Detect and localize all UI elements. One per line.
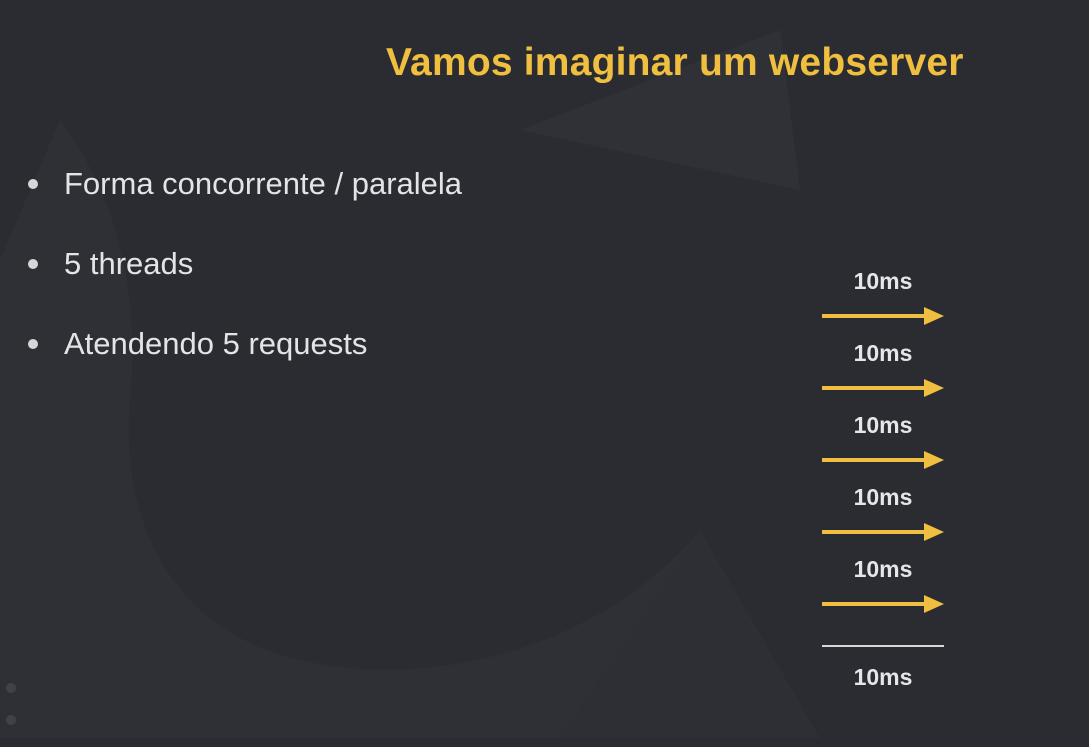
bullet-list: Forma concorrente / paralela 5 threads A… (28, 164, 462, 404)
page-dot-icon (6, 683, 16, 693)
page-indicator (6, 683, 16, 747)
slide-title: Vamos imaginar um webserver (386, 41, 964, 84)
bullet-item: Atendendo 5 requests (28, 324, 462, 404)
bullet-text: Forma concorrente / paralela (64, 166, 463, 201)
bullet-item: Forma concorrente / paralela (28, 164, 462, 244)
arrow-right-icon (822, 595, 944, 613)
bullet-text: 5 threads (64, 246, 194, 281)
bullet-text: Atendendo 5 requests (64, 326, 368, 361)
request-timing-diagram: 10ms 10ms 10ms 10ms 10ms (810, 268, 960, 628)
total-divider (822, 645, 944, 647)
request-duration-label: 10ms (853, 412, 913, 438)
arrow-right-icon (822, 451, 944, 469)
request-row: 10ms (810, 484, 960, 556)
request-duration-label: 10ms (853, 340, 913, 366)
arrow-right-icon (822, 523, 944, 541)
request-row: 10ms (810, 412, 960, 484)
total-duration-label: 10ms (853, 664, 913, 690)
request-duration-label: 10ms (853, 268, 913, 294)
arrow-right-icon (822, 379, 944, 397)
bullet-dot-icon (28, 179, 38, 189)
request-row: 10ms (810, 340, 960, 412)
bullet-item: 5 threads (28, 244, 462, 324)
bullet-dot-icon (28, 339, 38, 349)
bullet-dot-icon (28, 259, 38, 269)
request-row: 10ms (810, 556, 960, 628)
page-dot-icon (6, 715, 16, 725)
arrow-right-icon (822, 307, 944, 325)
request-duration-label: 10ms (853, 484, 913, 510)
request-row: 10ms (810, 268, 960, 340)
request-duration-label: 10ms (853, 556, 913, 582)
